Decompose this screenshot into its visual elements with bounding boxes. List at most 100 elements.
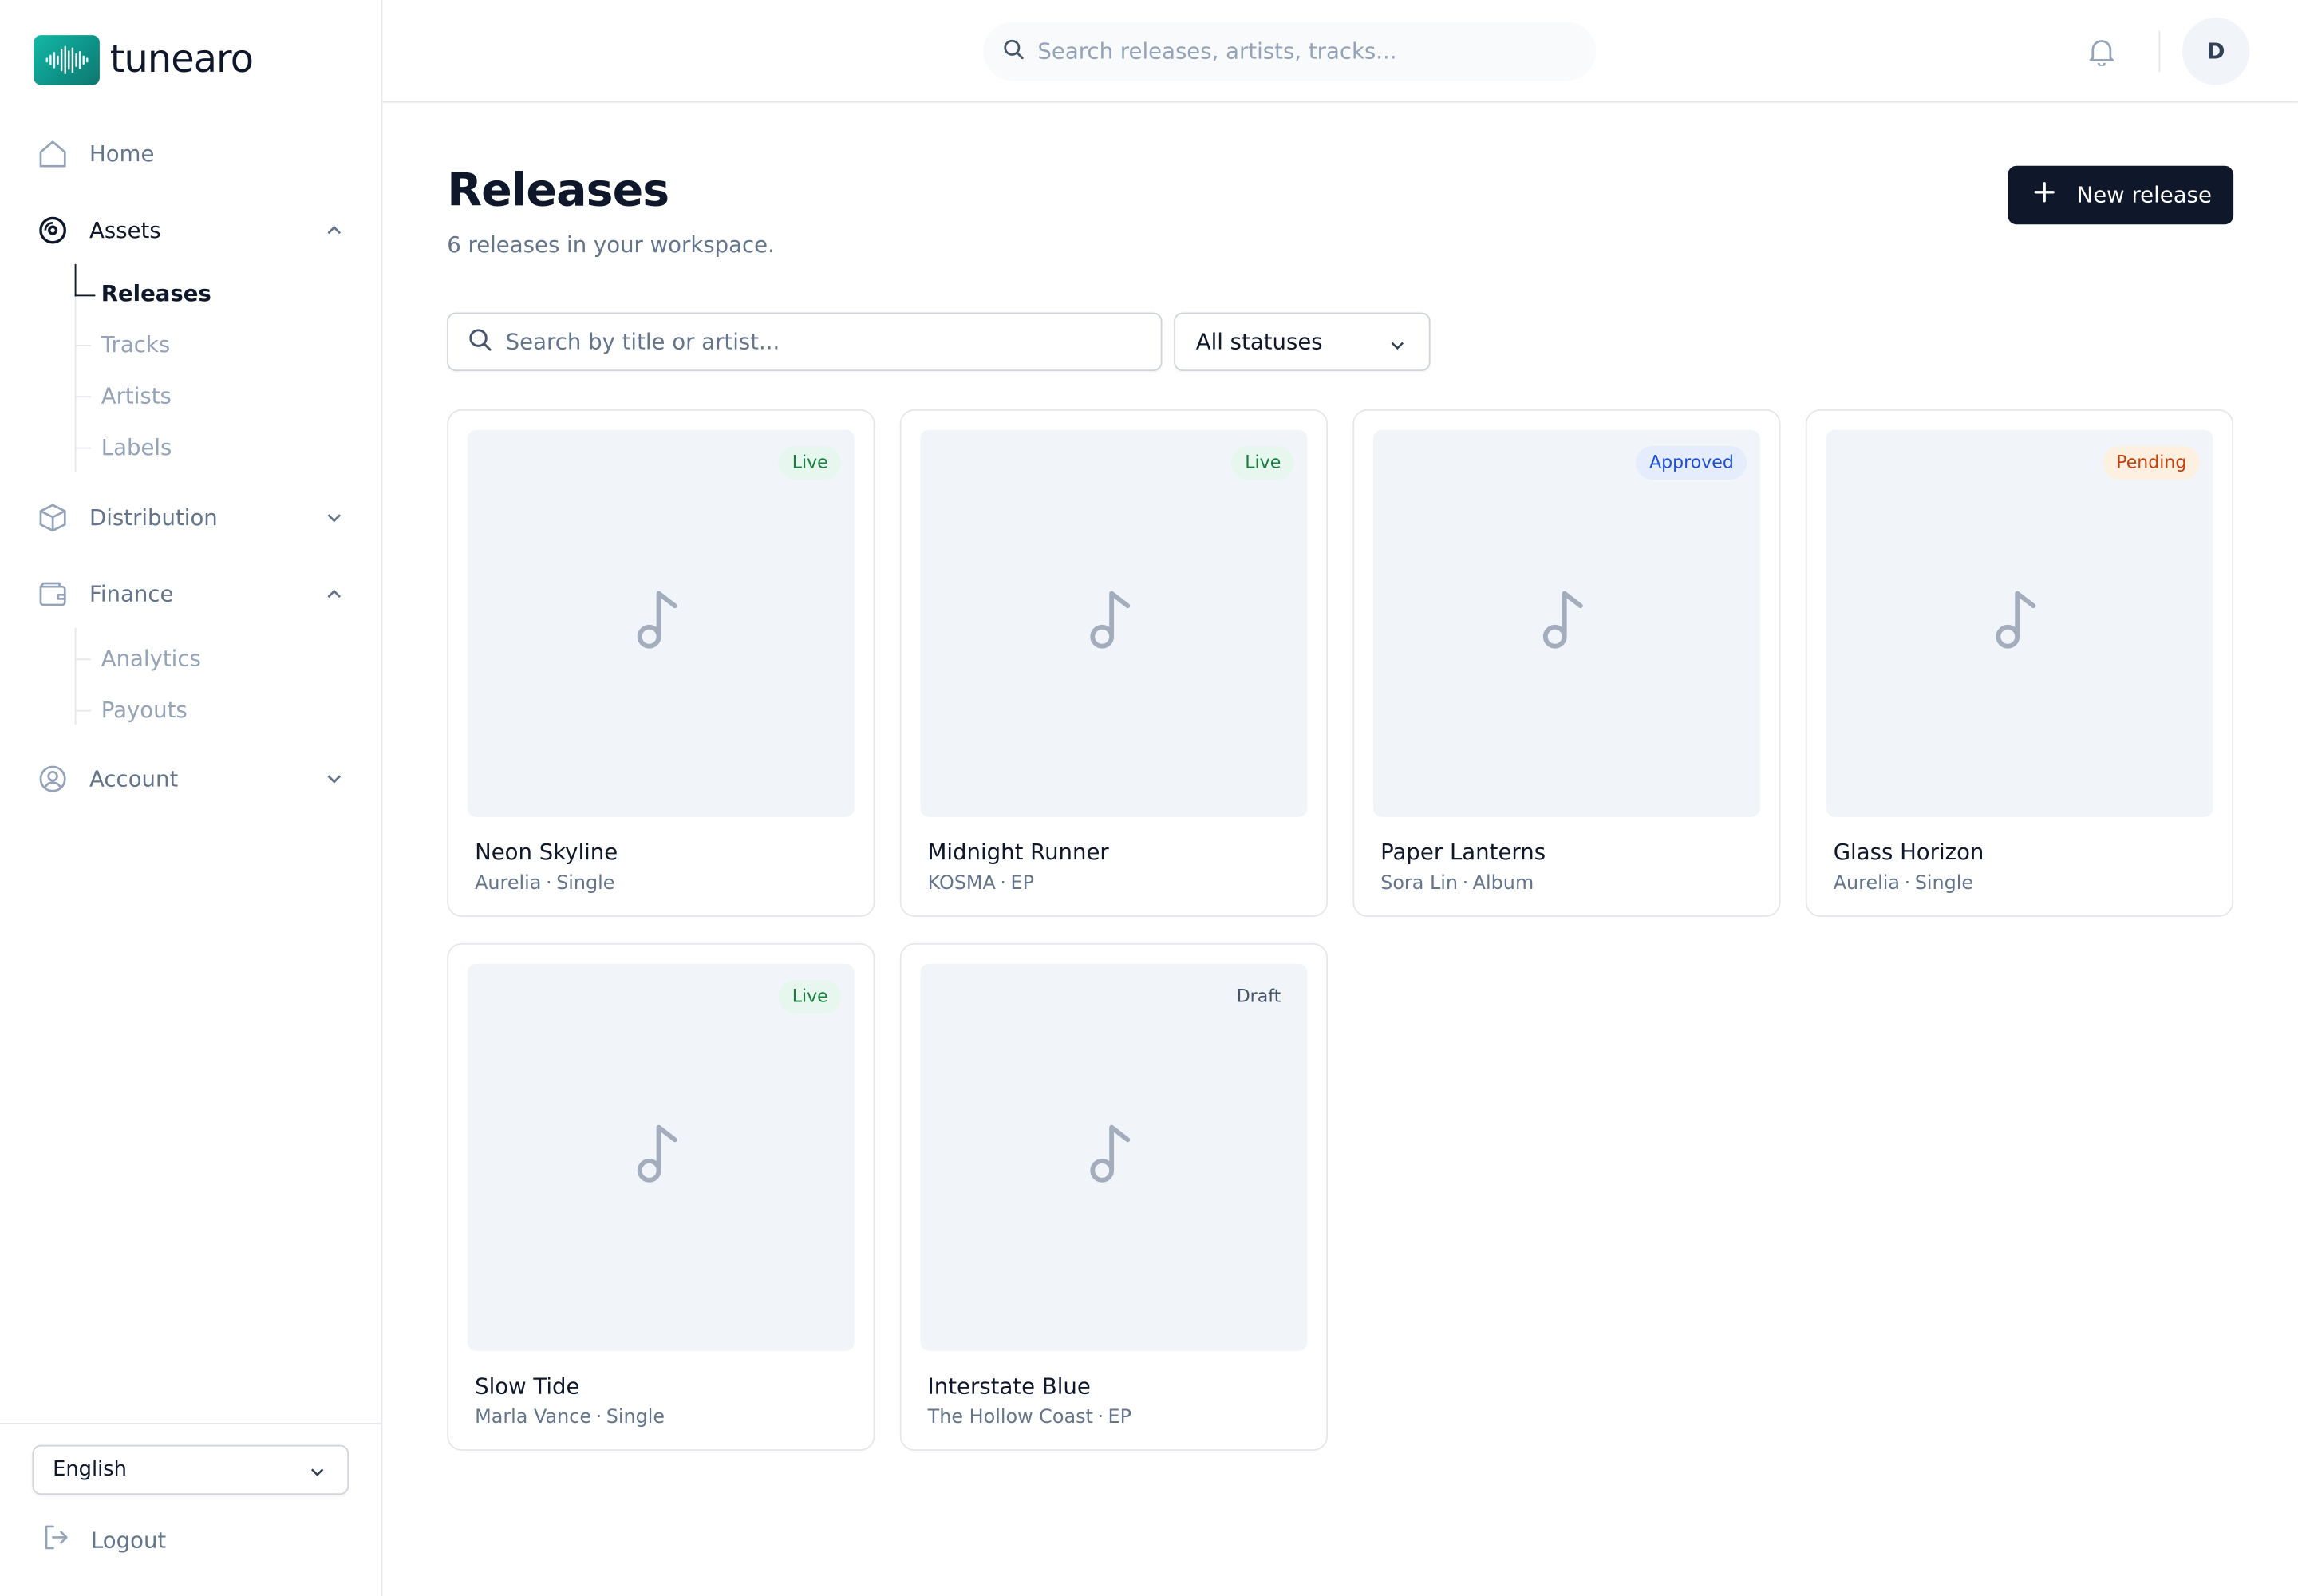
language-select[interactable]: English	[32, 1444, 349, 1495]
user-circle-icon	[37, 763, 69, 795]
release-meta: Aurelia · Single	[1833, 872, 1974, 895]
new-release-button[interactable]: New release	[2008, 165, 2234, 225]
release-cover: Draft	[920, 963, 1308, 1351]
package-icon	[37, 502, 69, 534]
nav-account-label: Account	[89, 765, 179, 792]
nav-assets-label: Assets	[89, 217, 161, 244]
release-type: Album	[1472, 872, 1534, 895]
sidebar-item-analytics[interactable]: Analytics	[101, 641, 201, 676]
release-title: Interstate Blue	[927, 1373, 1091, 1400]
page-subtitle: 6 releases in your workspace.	[447, 231, 775, 259]
music-note-icon	[1084, 588, 1143, 658]
release-meta: KOSMA · EP	[927, 872, 1035, 895]
sidebar-footer-divider	[0, 1423, 381, 1424]
global-search-input[interactable]	[1037, 38, 1566, 65]
home-icon	[37, 138, 69, 170]
release-cover: Approved	[1372, 429, 1760, 817]
release-title: Neon Skyline	[475, 839, 618, 866]
release-meta: Marla Vance · Single	[475, 1406, 665, 1429]
bell-icon[interactable]	[2088, 37, 2114, 72]
release-cover: Live	[920, 429, 1308, 817]
release-card[interactable]: Live Slow Tide Marla Vance · Single	[447, 942, 875, 1451]
status-filter-value: All statuses	[1195, 328, 1323, 355]
new-release-label: New release	[2076, 181, 2212, 209]
release-card[interactable]: Approved Paper Lanterns Sora Lin · Album	[1352, 409, 1781, 917]
release-artist: Aurelia	[1833, 872, 1901, 895]
release-search-input[interactable]	[505, 328, 1122, 355]
submenu-active-indicator	[74, 263, 96, 297]
sidebar-item-artists[interactable]: Artists	[101, 378, 172, 413]
status-badge: Pending	[2103, 445, 2200, 480]
search-icon	[468, 326, 492, 358]
release-card[interactable]: Live Neon Skyline Aurelia · Single	[447, 409, 875, 917]
topbar-divider	[2158, 30, 2161, 73]
release-title: Slow Tide	[475, 1373, 580, 1400]
nav-distribution[interactable]: Distribution	[37, 493, 347, 543]
release-search[interactable]	[447, 312, 1163, 372]
release-cover: Live	[467, 963, 855, 1351]
nav-distribution-label: Distribution	[89, 504, 218, 531]
release-title: Midnight Runner	[927, 839, 1109, 866]
release-type: Single	[1914, 872, 1974, 895]
brand-name: tunearo	[109, 38, 254, 82]
release-artist: Aurelia	[475, 872, 542, 895]
search-icon	[1002, 38, 1025, 65]
wallet-icon	[37, 578, 69, 610]
music-note-icon	[632, 1122, 690, 1192]
chevron-down-icon	[324, 508, 345, 534]
release-type: Single	[556, 872, 615, 895]
chevron-down-icon	[1388, 334, 1407, 361]
sidebar-item-payouts[interactable]: Payouts	[101, 693, 188, 728]
sidebar: tunearo Home Assets Releases Tracks Arti…	[0, 0, 383, 1596]
release-artist: KOSMA	[927, 872, 996, 895]
brand-logo[interactable]: tunearo	[34, 35, 254, 85]
chevron-down-icon	[324, 768, 345, 795]
release-card[interactable]: Live Midnight Runner KOSMA · EP	[899, 409, 1329, 917]
nav-home-label: Home	[89, 140, 155, 168]
nav-assets[interactable]: Assets	[37, 205, 347, 255]
status-filter-select[interactable]: All statuses	[1174, 312, 1431, 372]
release-meta: Sora Lin · Album	[1380, 872, 1534, 895]
release-meta: The Hollow Coast · EP	[927, 1406, 1132, 1429]
plus-icon	[2034, 182, 2055, 208]
release-card[interactable]: Pending Glass Horizon Aurelia · Single	[1805, 409, 2234, 917]
status-badge: Live	[779, 445, 842, 480]
sidebar-item-releases[interactable]: Releases	[101, 276, 211, 311]
sidebar-item-tracks[interactable]: Tracks	[101, 327, 170, 362]
release-cover: Pending	[1826, 429, 2213, 817]
release-artist: Marla Vance	[475, 1406, 592, 1429]
release-title: Glass Horizon	[1833, 839, 1984, 866]
release-type: Single	[606, 1406, 665, 1429]
avatar[interactable]: D	[2182, 18, 2250, 85]
release-artist: The Hollow Coast	[927, 1406, 1093, 1429]
logout-label: Logout	[90, 1527, 167, 1554]
logout-icon	[40, 1521, 72, 1559]
nav-finance[interactable]: Finance	[37, 569, 347, 618]
release-type: EP	[1108, 1406, 1132, 1429]
music-note-icon	[1990, 588, 2048, 658]
music-note-icon	[1084, 1122, 1143, 1192]
status-badge: Approved	[1636, 445, 1747, 480]
logout-button[interactable]: Logout	[40, 1521, 167, 1559]
release-cover: Live	[467, 429, 855, 817]
status-badge: Live	[1231, 445, 1294, 480]
nav-account[interactable]: Account	[37, 754, 347, 804]
status-badge: Draft	[1223, 979, 1294, 1014]
chevron-up-icon	[324, 584, 345, 610]
page-title: Releases	[447, 164, 669, 218]
topbar: D	[382, 0, 2298, 103]
chevron-up-icon	[324, 220, 345, 247]
release-type: EP	[1010, 872, 1035, 895]
sidebar-item-labels[interactable]: Labels	[101, 430, 172, 465]
chevron-down-icon	[308, 1463, 327, 1487]
status-badge: Live	[779, 979, 842, 1014]
music-note-icon	[632, 588, 690, 658]
nav-finance-label: Finance	[89, 580, 174, 608]
release-card[interactable]: Draft Interstate Blue The Hollow Coast · EP	[899, 942, 1329, 1451]
release-meta: Aurelia · Single	[475, 872, 615, 895]
release-artist: Sora Lin	[1380, 872, 1459, 895]
language-select-value: English	[53, 1458, 127, 1482]
global-search[interactable]	[983, 22, 1597, 81]
disc-icon	[37, 214, 69, 246]
nav-home[interactable]: Home	[37, 129, 347, 179]
